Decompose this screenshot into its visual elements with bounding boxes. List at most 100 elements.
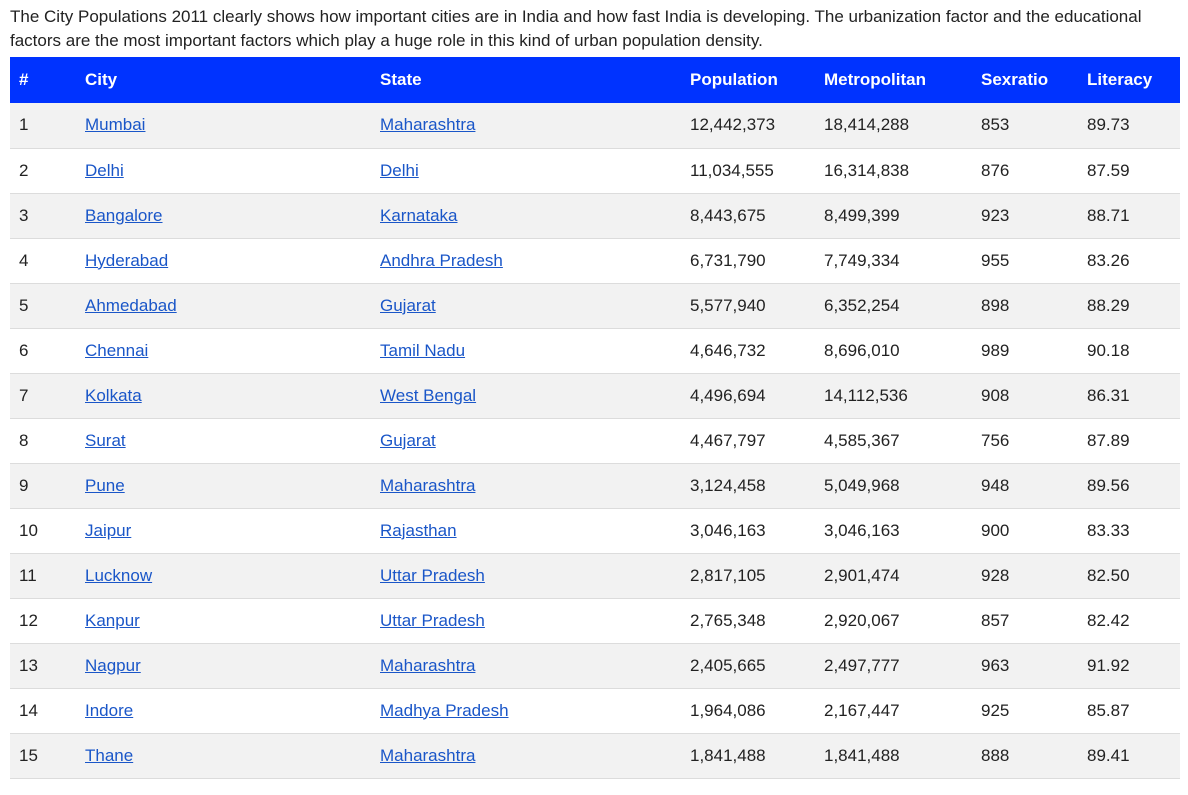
table-row: 11 Lucknow Uttar Pradesh 2,817,105 2,901,474…: [10, 553, 1180, 598]
state-link[interactable]: Madhya Pradesh: [380, 701, 509, 720]
cell-sexratio: 900: [981, 520, 1010, 540]
table-row: 1 Mumbai Maharashtra 12,442,373 18,414,288 85…: [10, 103, 1180, 148]
cell-sexratio: 928: [981, 565, 1010, 585]
city-link[interactable]: Delhi: [85, 161, 124, 180]
city-link[interactable]: Kolkata: [85, 386, 142, 405]
cell-population: 8,443,675: [690, 205, 766, 225]
cell-literacy: 83.33: [1087, 520, 1130, 540]
cell-rank: 10: [19, 520, 38, 540]
cell-population: 12,442,373: [690, 115, 776, 135]
header-city: City: [85, 70, 118, 89]
city-link[interactable]: Kanpur: [85, 611, 140, 630]
city-link[interactable]: Indore: [85, 701, 133, 720]
city-link[interactable]: Nagpur: [85, 656, 141, 675]
cell-sexratio: 948: [981, 475, 1010, 495]
cell-rank: 12: [19, 610, 38, 630]
cell-rank: 1: [19, 115, 29, 135]
state-link[interactable]: Maharashtra: [380, 746, 475, 765]
city-cell: Kanpur: [85, 598, 380, 643]
state-link[interactable]: Gujarat: [380, 296, 436, 315]
state-link[interactable]: Delhi: [380, 161, 419, 180]
state-link[interactable]: Maharashtra: [380, 656, 475, 675]
state-link[interactable]: Maharashtra: [380, 115, 475, 134]
city-cell: Hyderabad: [85, 238, 380, 283]
table-row: 9 Pune Maharashtra 3,124,458 5,049,968 948 89.…: [10, 463, 1180, 508]
cell-literacy: 89.73: [1087, 115, 1130, 135]
cell-rank: 5: [19, 295, 29, 315]
cell-metropolitan: 1,841,488: [824, 745, 900, 765]
state-link[interactable]: Karnataka: [380, 206, 458, 225]
city-cell: Delhi: [85, 148, 380, 193]
state-cell: Uttar Pradesh: [380, 553, 690, 598]
state-link[interactable]: Gujarat: [380, 431, 436, 450]
cell-metropolitan: 2,901,474: [824, 565, 900, 585]
header-state: State: [380, 70, 422, 89]
cell-sexratio: 989: [981, 340, 1010, 360]
state-cell: Madhya Pradesh: [380, 688, 690, 733]
cell-literacy: 87.59: [1087, 160, 1130, 180]
city-link[interactable]: Lucknow: [85, 566, 152, 585]
header-row: # City State Population Metropolitan Sex…: [10, 57, 1180, 103]
cell-rank: 3: [19, 205, 29, 225]
table-row: 5 Ahmedabad Gujarat 5,577,940 6,352,254 898 88…: [10, 283, 1180, 328]
city-link[interactable]: Surat: [85, 431, 126, 450]
cell-population: 4,467,797: [690, 430, 766, 450]
cell-population: 4,496,694: [690, 385, 766, 405]
cell-literacy: 82.50: [1087, 565, 1130, 585]
cell-sexratio: 888: [981, 745, 1010, 765]
cell-population: 11,034,555: [690, 160, 774, 180]
cell-metropolitan: 2,167,447: [824, 700, 900, 720]
city-cell: Pune: [85, 463, 380, 508]
state-cell: Maharashtra: [380, 463, 690, 508]
cell-literacy: 85.87: [1087, 700, 1130, 720]
table-row: 13 Nagpur Maharashtra 2,405,665 2,497,777 963…: [10, 643, 1180, 688]
city-link[interactable]: Jaipur: [85, 521, 131, 540]
cell-metropolitan: 8,696,010: [824, 340, 900, 360]
cell-population: 4,646,732: [690, 340, 766, 360]
cell-sexratio: 756: [981, 430, 1010, 450]
table-row: 7 Kolkata West Bengal 4,496,694 14,112,536 90…: [10, 373, 1180, 418]
cell-metropolitan: 8,499,399: [824, 205, 900, 225]
city-link[interactable]: Ahmedabad: [85, 296, 177, 315]
cell-rank: 13: [19, 655, 38, 675]
cell-metropolitan: 14,112,536: [824, 385, 908, 405]
cell-literacy: 89.56: [1087, 475, 1130, 495]
cell-population: 2,765,348: [690, 610, 766, 630]
cell-population: 5,577,940: [690, 295, 766, 315]
city-link[interactable]: Mumbai: [85, 115, 145, 134]
city-link[interactable]: Pune: [85, 476, 125, 495]
table-row: 6 Chennai Tamil Nadu 4,646,732 8,696,010 989 9…: [10, 328, 1180, 373]
cell-literacy: 89.41: [1087, 745, 1130, 765]
cell-metropolitan: 16,314,838: [824, 160, 910, 180]
state-link[interactable]: Andhra Pradesh: [380, 251, 503, 270]
city-cell: Nagpur: [85, 643, 380, 688]
state-link[interactable]: Maharashtra: [380, 476, 475, 495]
cell-metropolitan: 5,049,968: [824, 475, 900, 495]
state-link[interactable]: Uttar Pradesh: [380, 611, 485, 630]
state-cell: Andhra Pradesh: [380, 238, 690, 283]
state-cell: Gujarat: [380, 418, 690, 463]
city-link[interactable]: Chennai: [85, 341, 148, 360]
table-row: 15 Thane Maharashtra 1,841,488 1,841,488 888 8…: [10, 733, 1180, 778]
state-link[interactable]: Tamil Nadu: [380, 341, 465, 360]
cell-sexratio: 963: [981, 655, 1010, 675]
state-link[interactable]: Rajasthan: [380, 521, 457, 540]
city-cell: Ahmedabad: [85, 283, 380, 328]
city-cell: Chennai: [85, 328, 380, 373]
cell-rank: 4: [19, 250, 29, 270]
cell-metropolitan: 2,920,067: [824, 610, 900, 630]
city-link[interactable]: Thane: [85, 746, 133, 765]
city-link[interactable]: Hyderabad: [85, 251, 168, 270]
state-cell: Tamil Nadu: [380, 328, 690, 373]
city-link[interactable]: Bangalore: [85, 206, 163, 225]
state-link[interactable]: West Bengal: [380, 386, 476, 405]
table-row: 3 Bangalore Karnataka 8,443,675 8,499,399 923…: [10, 193, 1180, 238]
table-row: 14 Indore Madhya Pradesh 1,964,086 2,167,447…: [10, 688, 1180, 733]
table-row: 4 Hyderabad Andhra Pradesh 6,731,790 7,749,3…: [10, 238, 1180, 283]
cell-rank: 9: [19, 475, 29, 495]
table-row: 8 Surat Gujarat 4,467,797 4,585,367 756 87.89: [10, 418, 1180, 463]
city-cell: Jaipur: [85, 508, 380, 553]
state-link[interactable]: Uttar Pradesh: [380, 566, 485, 585]
state-cell: Maharashtra: [380, 733, 690, 778]
header-population: Population: [690, 70, 778, 89]
